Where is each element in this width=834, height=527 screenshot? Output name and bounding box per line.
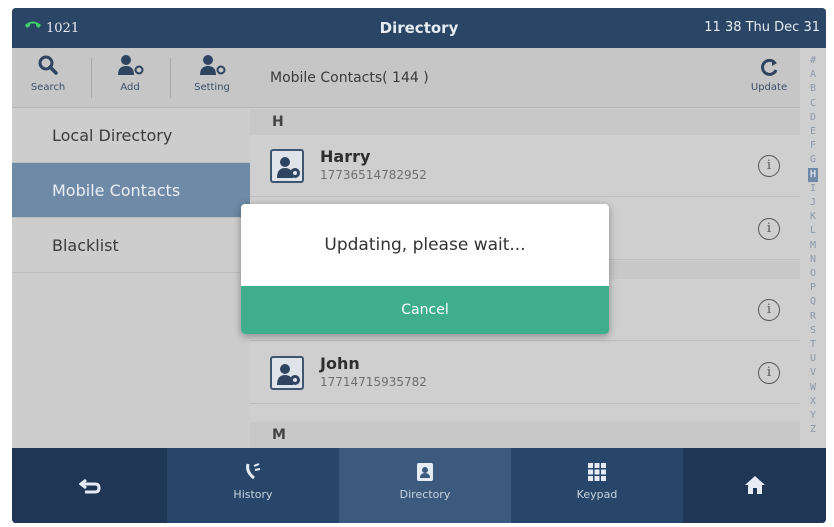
directory-toolbar: Search Add Setting <box>12 48 250 108</box>
alphabet-letter[interactable]: K <box>810 210 816 224</box>
back-button[interactable] <box>12 448 167 523</box>
refresh-icon <box>761 58 778 76</box>
phone-screen: 1021 Directory 11 38 Thu Dec 31 Search A… <box>12 8 826 523</box>
alphabet-letter[interactable]: W <box>810 381 816 395</box>
phone-handset-icon <box>24 20 42 36</box>
setting-label: Setting <box>194 82 230 93</box>
alphabet-letter[interactable]: O <box>810 267 816 281</box>
alphabet-letter[interactable]: Y <box>810 409 816 423</box>
setting-button[interactable]: Setting <box>182 54 242 104</box>
contact-number: 17714715935782 <box>320 375 427 389</box>
alphabet-letter[interactable]: I <box>810 182 816 196</box>
alphabet-letter[interactable]: T <box>810 338 816 352</box>
mobile-contact-icon <box>270 149 304 183</box>
alphabet-letter[interactable]: G <box>810 153 816 167</box>
alphabet-letter[interactable]: H <box>807 167 819 182</box>
alphabet-index[interactable]: # A B C D E F G H I J K L M N O P Q R S T U V W X Y Z <box>802 48 824 448</box>
toolbar-divider <box>91 58 92 98</box>
alphabet-letter[interactable]: X <box>810 395 816 409</box>
phone-bezel: 1021 Directory 11 38 Thu Dec 31 Search A… <box>0 0 834 527</box>
directory-icon <box>417 463 433 481</box>
alphabet-letter[interactable]: Q <box>810 295 816 309</box>
alphabet-letter[interactable]: J <box>810 196 816 210</box>
bottom-bar: History Directory Keypad <box>12 448 826 523</box>
alphabet-letter[interactable]: V <box>810 366 816 380</box>
alphabet-letter[interactable]: E <box>810 125 816 139</box>
update-label: Update <box>750 82 788 93</box>
alphabet-letter[interactable]: D <box>810 111 816 125</box>
date-time: 11 38 Thu Dec 31 <box>704 20 820 35</box>
add-contact-icon <box>118 55 144 75</box>
contact-row[interactable]: John 17714715935782 i <box>250 342 800 404</box>
updating-dialog: Updating, please wait... Cancel <box>241 204 609 334</box>
contact-name: Harry <box>320 147 371 166</box>
dialog-message: Updating, please wait... <box>324 235 526 255</box>
alphabet-letter[interactable]: L <box>810 224 816 238</box>
sidebar-item-blacklist[interactable]: Blacklist <box>12 218 250 273</box>
home-icon <box>744 476 765 494</box>
alphabet-letter[interactable]: F <box>810 139 816 153</box>
alphabet-letter[interactable]: N <box>810 253 816 267</box>
add-contact-button[interactable]: Add <box>100 54 160 104</box>
alphabet-letter[interactable]: B <box>810 82 816 96</box>
sidebar-item-mobile-contacts[interactable]: Mobile Contacts <box>12 163 250 218</box>
alphabet-letter[interactable]: U <box>810 352 816 366</box>
home-button[interactable] <box>683 448 826 523</box>
tab-keypad[interactable]: Keypad <box>511 448 683 523</box>
alphabet-letter[interactable]: P <box>810 281 816 295</box>
alphabet-letter[interactable]: A <box>810 68 816 82</box>
contact-name: John <box>320 354 360 373</box>
contact-setting-icon <box>200 55 226 75</box>
sidebar: Search Add Setting Local Directory Mobil… <box>12 48 250 448</box>
directory-label: Directory <box>399 488 451 501</box>
alphabet-letter[interactable]: M <box>810 239 816 253</box>
search-button[interactable]: Search <box>18 54 78 104</box>
update-button[interactable]: Update <box>746 56 792 100</box>
alphabet-letter[interactable]: S <box>810 324 816 338</box>
alphabet-letter[interactable]: C <box>810 97 816 111</box>
keypad-label: Keypad <box>576 488 618 501</box>
search-label: Search <box>30 82 66 93</box>
line-status: 1021 <box>24 8 79 48</box>
section-header-h: H <box>250 109 800 135</box>
contact-number: 17736514782952 <box>320 168 427 182</box>
info-icon[interactable]: i <box>758 299 780 321</box>
history-label: History <box>233 488 273 501</box>
section-header-m: M <box>250 422 800 448</box>
cancel-button[interactable]: Cancel <box>241 286 609 334</box>
keypad-icon <box>588 463 606 481</box>
mobile-contact-icon <box>270 356 304 390</box>
alphabet-letter[interactable]: Z <box>810 423 816 437</box>
contact-row[interactable]: Harry 17736514782952 i <box>250 135 800 197</box>
alphabet-letter[interactable]: R <box>810 310 816 324</box>
alphabet-letter[interactable]: # <box>810 54 816 68</box>
info-icon[interactable]: i <box>758 155 780 177</box>
info-icon[interactable]: i <box>758 362 780 384</box>
extension-number: 1021 <box>46 20 80 36</box>
history-icon <box>246 463 261 480</box>
add-label: Add <box>120 82 140 93</box>
toolbar-divider <box>170 58 171 98</box>
sidebar-item-local-directory[interactable]: Local Directory <box>12 108 250 163</box>
status-bar: 1021 Directory 11 38 Thu Dec 31 <box>12 8 826 48</box>
info-icon[interactable]: i <box>758 218 780 240</box>
tab-directory[interactable]: Directory <box>339 448 511 523</box>
back-arrow-icon <box>78 478 101 494</box>
list-header: Mobile Contacts( 144 ) Update <box>250 48 800 108</box>
tab-history[interactable]: History <box>167 448 339 523</box>
list-title: Mobile Contacts( 144 ) <box>270 70 429 86</box>
search-icon <box>38 55 58 75</box>
